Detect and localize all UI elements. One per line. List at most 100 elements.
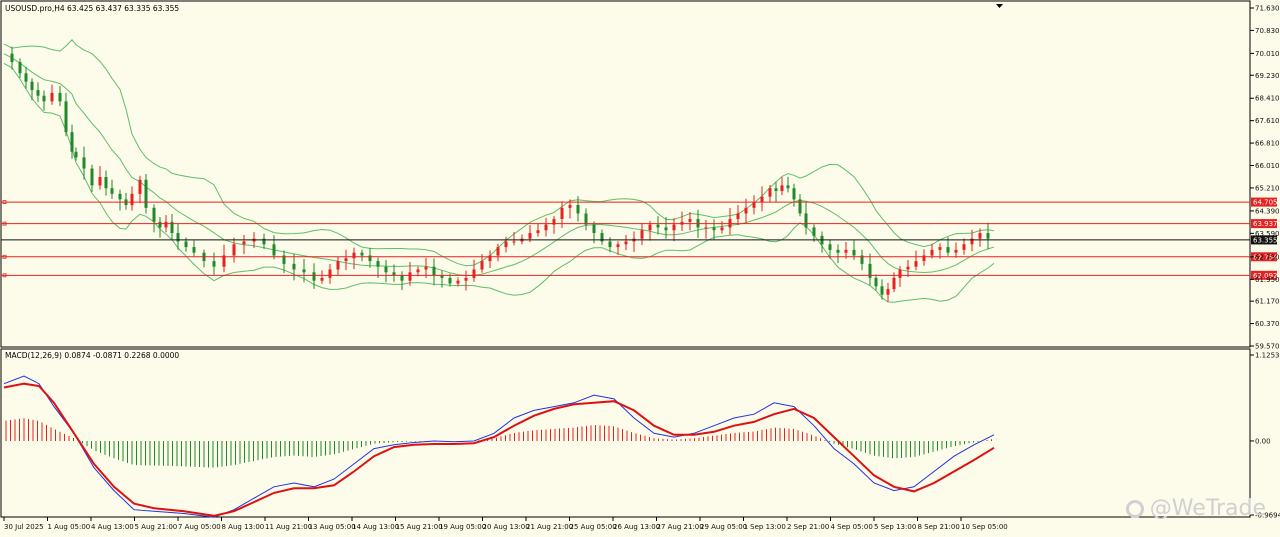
candle-body xyxy=(70,132,74,152)
candle-body xyxy=(736,213,740,220)
time-tick-label: 7 Aug 05:00 xyxy=(178,523,221,531)
candle-body xyxy=(886,289,890,295)
candle-body xyxy=(104,177,108,189)
candle-body xyxy=(110,188,114,194)
candle-body xyxy=(10,53,14,63)
watermark: @WeTrade xyxy=(1125,496,1266,521)
time-tick-label: 25 Aug 05:00 xyxy=(570,523,617,531)
time-axis: 30 Jul 2025 1 Aug 05:00 4 Aug 13:00 5 Aug 2… xyxy=(3,517,1008,531)
candle-body xyxy=(656,224,660,228)
price-tick-label: 66.010 xyxy=(1255,162,1280,170)
candle-body xyxy=(504,241,508,248)
price-tick-label: 70.830 xyxy=(1255,27,1280,35)
candle-body xyxy=(336,261,340,270)
candle-body xyxy=(158,221,162,228)
candle-body xyxy=(376,261,380,267)
time-tick-label: 1 Aug 05:00 xyxy=(48,523,91,531)
candle-body xyxy=(828,244,832,250)
candle-body xyxy=(744,207,748,214)
time-tick-label: 5 Aug 21:00 xyxy=(135,523,178,531)
signal-line xyxy=(3,382,995,517)
candle-body xyxy=(152,207,156,222)
candle-body xyxy=(576,205,580,214)
candle-body xyxy=(432,266,436,276)
candle-body xyxy=(672,224,676,231)
candle-body xyxy=(164,221,168,228)
price-tick-label: 59.570 xyxy=(1255,343,1280,351)
price-tick-label: 63.590 xyxy=(1255,230,1280,238)
candle-body xyxy=(664,227,668,231)
macd-line xyxy=(3,375,995,518)
candle-body xyxy=(616,244,620,248)
candle-body xyxy=(42,95,46,102)
candle-body xyxy=(384,266,388,273)
price-tick-label: 71.630 xyxy=(1255,5,1280,13)
price-tick-label: 70.010 xyxy=(1255,50,1280,58)
candle-body xyxy=(836,249,840,253)
candle-body xyxy=(812,227,816,236)
candle-body xyxy=(118,193,122,200)
candle-body xyxy=(752,202,756,208)
chart-canvas: 64.70563.93762.75462.09263.355 71.63070.… xyxy=(0,0,1280,531)
candle-body xyxy=(82,157,86,169)
time-tick-label: 21 Aug 21:00 xyxy=(526,523,573,531)
candle-body xyxy=(448,277,452,284)
price-tick-label: 61.170 xyxy=(1255,298,1280,306)
candle-body xyxy=(780,185,784,192)
price-tick-label: 69.230 xyxy=(1255,72,1280,80)
price-levels: 64.70563.93762.75462.09263.355 xyxy=(1,197,1278,280)
candle-body xyxy=(768,188,772,197)
time-tick-label: 14 Aug 13:00 xyxy=(352,523,399,531)
candle-body xyxy=(272,244,276,256)
candle-body xyxy=(90,168,94,186)
candle-body xyxy=(648,224,652,231)
watermark-text: @WeTrade xyxy=(1149,496,1266,521)
time-tick-label: 19 Aug 05:00 xyxy=(439,523,486,531)
candle-body xyxy=(592,224,596,234)
shift-marker-icon[interactable] xyxy=(996,4,1003,8)
time-tick-label: 13 Aug 05:00 xyxy=(309,523,356,531)
time-tick-label: 20 Aug 13:00 xyxy=(483,523,530,531)
candle-body xyxy=(352,252,356,259)
time-tick-label: 4 Sep 05:00 xyxy=(831,523,873,531)
price-level-label: 64.705 xyxy=(1253,199,1278,207)
price-tick-label: 68.410 xyxy=(1255,95,1280,103)
candle-body xyxy=(774,188,778,192)
candle-body xyxy=(212,261,216,267)
candle-body xyxy=(320,277,324,281)
candle-body xyxy=(544,224,548,231)
price-tick-label: 67.610 xyxy=(1255,117,1280,125)
candle-body xyxy=(242,241,246,245)
candle-body xyxy=(954,249,958,253)
price-tick-label: 62.750 xyxy=(1255,253,1280,261)
candle-body xyxy=(58,92,62,102)
candle-body xyxy=(938,247,942,250)
candle-body xyxy=(36,90,40,96)
candle-body xyxy=(898,269,902,278)
candle-body xyxy=(328,269,332,278)
price-tick-label: 60.370 xyxy=(1255,320,1280,328)
candle-body xyxy=(584,213,588,225)
candle-body xyxy=(480,261,484,270)
candle-body xyxy=(392,272,396,276)
price-level-label: 63.937 xyxy=(1253,220,1278,228)
candle-body xyxy=(712,227,716,231)
candle-body xyxy=(302,269,306,273)
candle-body xyxy=(906,266,910,270)
macd-indicator xyxy=(3,375,995,518)
candle-body xyxy=(986,233,990,239)
candle-body xyxy=(914,261,918,267)
candle-body xyxy=(874,277,878,287)
candle-body xyxy=(18,62,22,74)
candle-body xyxy=(400,275,404,281)
bollinger-bands xyxy=(3,39,995,303)
time-tick-label: 15 Aug 21:00 xyxy=(396,523,443,531)
candle-body xyxy=(946,247,950,253)
time-tick-label: 5 Sep 13:00 xyxy=(874,523,916,531)
symbol-header: USOUSD.pro,H4 63.425 63.437 63.335 63.35… xyxy=(5,4,179,13)
macd-header: MACD(12,26,9) 0.0874 -0.0871 0.2268 0.00… xyxy=(5,351,179,360)
time-tick-label: 11 Aug 21:00 xyxy=(265,523,312,531)
time-tick-label: 10 Sep 05:00 xyxy=(961,523,1008,531)
candle-body xyxy=(30,81,34,91)
candle-body xyxy=(804,213,808,228)
